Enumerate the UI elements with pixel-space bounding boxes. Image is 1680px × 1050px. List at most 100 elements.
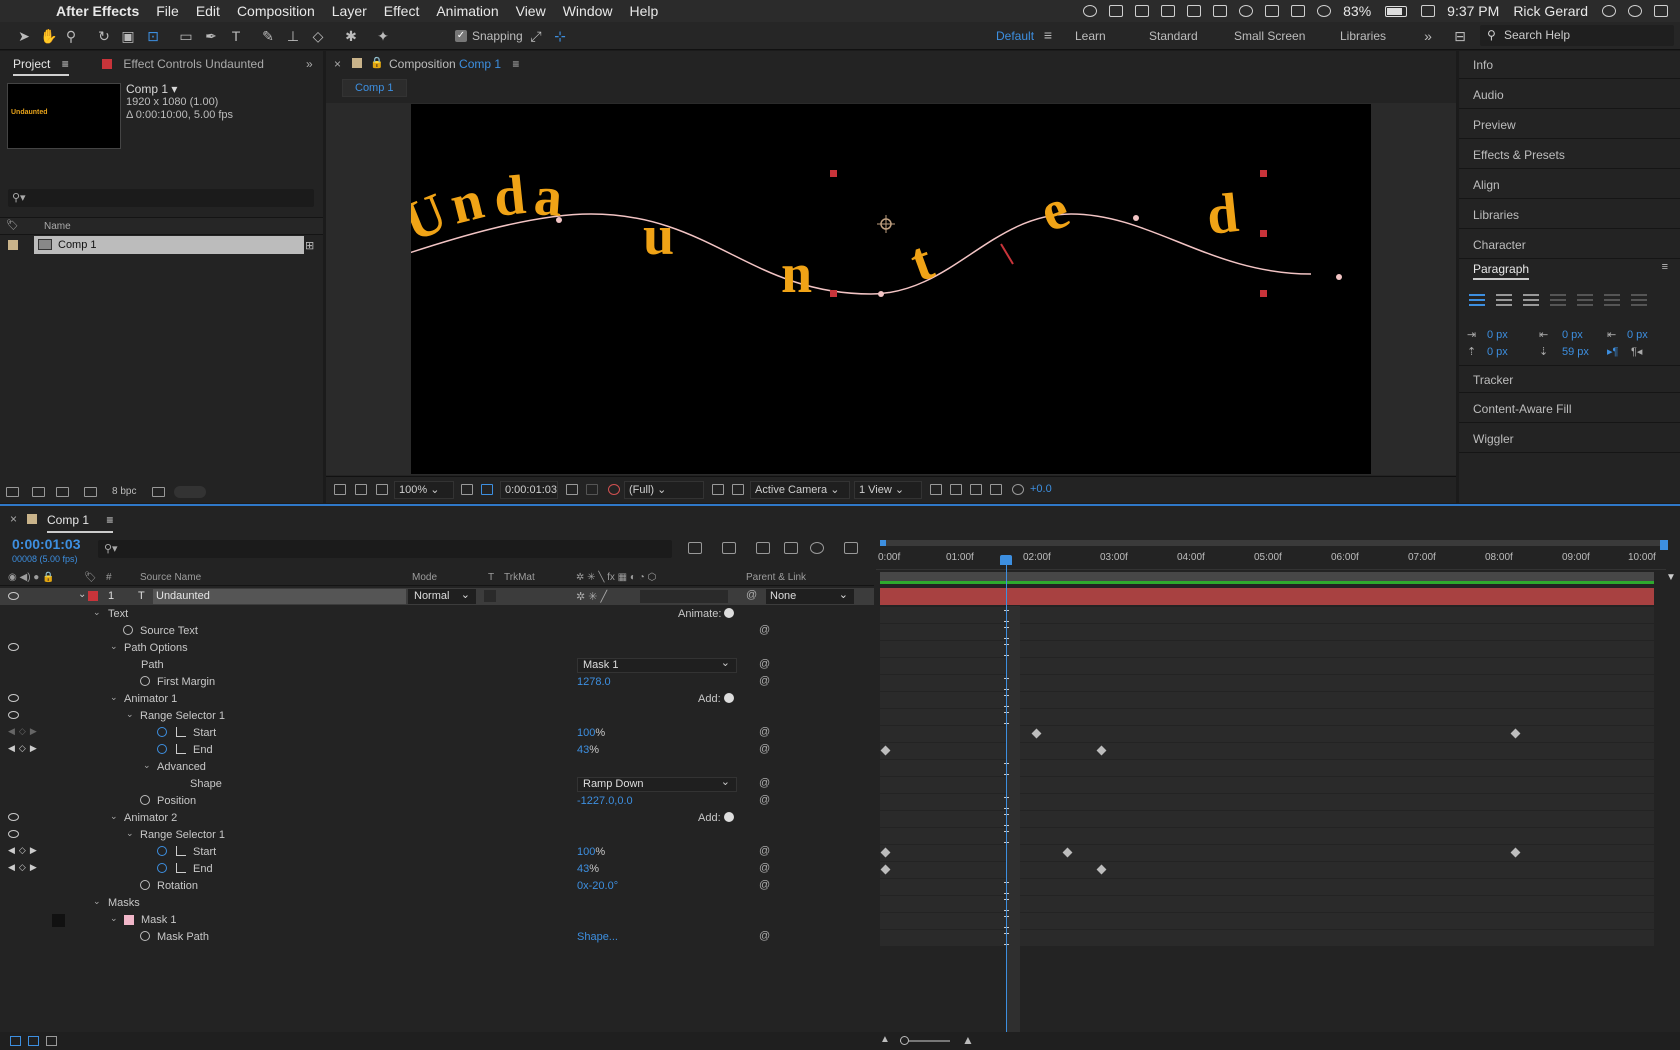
zoom-out-icon[interactable]: ▲ — [880, 1034, 890, 1045]
mask-vertex[interactable] — [1133, 215, 1139, 221]
snap-features-icon[interactable]: ⊹ — [552, 28, 568, 44]
panel-content-aware-fill[interactable]: Content-Aware Fill — [1459, 395, 1680, 423]
prop-text[interactable]: ⌄ Text Animate: — [0, 606, 874, 623]
tab-composition[interactable]: Composition Comp 1 ≡ — [389, 57, 519, 71]
playhead-line[interactable] — [1006, 564, 1007, 1038]
graph-icon[interactable] — [176, 727, 186, 737]
project-settings-icon[interactable] — [84, 487, 97, 497]
panel-preview[interactable]: Preview — [1459, 111, 1680, 139]
prop-source-text[interactable]: Source Text @ — [0, 623, 874, 640]
paragraph-title[interactable]: Paragraph — [1473, 262, 1530, 280]
snapping-toggle[interactable]: ✓ Snapping — [455, 29, 523, 43]
timeline-current-time[interactable]: 0:00:01:03 — [12, 536, 81, 552]
justify-last-left-icon[interactable] — [1550, 294, 1566, 306]
bbox-handle[interactable] — [1260, 230, 1267, 237]
expand-chevron-down-icon[interactable]: ⌄ — [110, 641, 118, 652]
comp-canvas[interactable]: U n d a u n t e d — [392, 104, 1371, 474]
prop-animator-2[interactable]: ⌄ Animator 2 Add: — [0, 810, 874, 827]
graph-editor-icon[interactable] — [844, 542, 858, 554]
checkmark-icon[interactable]: ✓ — [455, 30, 467, 42]
prop-mask-1[interactable]: ⌄ Mask 1 — [0, 912, 874, 929]
expression-pick-whip-icon[interactable]: @ — [759, 845, 770, 857]
expression-pick-whip-icon[interactable]: @ — [759, 726, 770, 738]
status-icon[interactable] — [1109, 5, 1124, 17]
column-trkmat[interactable]: TrkMat — [504, 572, 535, 583]
project-item-comp-1[interactable]: Comp 1 — [34, 236, 304, 254]
layer-name[interactable]: Undaunted — [153, 589, 406, 604]
indent-right-value[interactable]: 0 px — [1627, 329, 1648, 341]
prop-path[interactable]: Path Mask 1 @ — [0, 657, 874, 674]
panel-menu-icon[interactable]: ≡ — [512, 57, 519, 71]
graph-icon[interactable] — [176, 846, 186, 856]
indent-first-line-value[interactable]: 0 px — [1562, 329, 1583, 341]
panel-character[interactable]: Character — [1459, 231, 1680, 259]
item-label-swatch[interactable] — [8, 240, 18, 250]
column-t[interactable]: T — [488, 572, 494, 583]
menu-window[interactable]: Window — [563, 3, 613, 19]
workspace-libraries[interactable]: Libraries — [1340, 29, 1386, 43]
close-icon[interactable]: × — [334, 57, 341, 71]
panel-libraries[interactable]: Libraries — [1459, 201, 1680, 229]
reset-exposure-icon[interactable] — [1012, 484, 1024, 495]
expression-pick-whip-icon[interactable]: @ — [759, 879, 770, 891]
search-help-input[interactable]: ⚲ Search Help — [1480, 25, 1674, 46]
indent-left-value[interactable]: 0 px — [1487, 329, 1508, 341]
layer-switches-icon[interactable]: ✲ ✳ ╱ — [576, 590, 607, 603]
snapshot-camera-icon[interactable] — [566, 484, 578, 495]
menu-view[interactable]: View — [516, 3, 546, 19]
wifi-icon[interactable] — [1317, 5, 1332, 17]
keyframe-navigator[interactable]: ◀◇▶ — [8, 845, 41, 856]
panel-menu-icon[interactable]: ≡ — [106, 513, 113, 527]
text-letter[interactable]: u — [643, 205, 674, 267]
menu-file[interactable]: File — [156, 3, 179, 19]
layer-mode-dropdown[interactable]: Normal ⌄ — [408, 589, 476, 604]
column-mode[interactable]: Mode — [412, 572, 437, 583]
end-2-value[interactable]: 43% — [577, 863, 599, 875]
calendar-icon[interactable] — [1421, 5, 1436, 17]
shape-dropdown[interactable]: Ramp Down — [577, 776, 737, 792]
menu-animation[interactable]: Animation — [436, 3, 498, 19]
airplay-icon[interactable] — [1265, 5, 1280, 17]
time-machine-icon[interactable] — [1239, 5, 1254, 17]
layer-label-swatch[interactable] — [88, 591, 98, 601]
trash-icon[interactable] — [152, 487, 165, 497]
show-snapshot-icon[interactable] — [586, 484, 598, 495]
text-letter[interactable]: t — [902, 229, 941, 294]
tab-effect-controls[interactable]: Effect Controls Undaunted — [102, 57, 264, 71]
project-footer-slider[interactable] — [174, 486, 206, 498]
panel-menu-icon[interactable]: ≡ — [1662, 261, 1668, 273]
expression-pick-whip-icon[interactable]: @ — [759, 658, 770, 670]
keyframe-navigator[interactable]: ◀◇▶ — [8, 862, 41, 873]
menubar-clock[interactable]: 9:37 PM — [1447, 3, 1499, 19]
magnification-dropdown[interactable]: 100% ⌄ — [394, 481, 454, 499]
screen-icon[interactable] — [1187, 5, 1202, 17]
project-search-input[interactable]: ⚲▾ — [8, 189, 314, 207]
comp-marker-bin-icon[interactable]: ▼ — [1666, 572, 1676, 583]
zoom-in-icon[interactable]: ▲ — [962, 1033, 974, 1047]
selection-tool-icon[interactable]: ➤ — [16, 28, 32, 44]
timeline-zoom-slider[interactable] — [900, 1036, 950, 1045]
notification-center-icon[interactable] — [1654, 5, 1668, 17]
text-layer-undaunted[interactable]: U n d a u n t e d — [395, 164, 1242, 305]
parent-dropdown[interactable]: None ⌄ — [766, 589, 854, 604]
draft-3d-icon[interactable] — [722, 542, 736, 554]
expand-chevron-down-icon[interactable]: ⌄ — [126, 828, 134, 839]
label-column-icon[interactable]: 🏷 — [84, 572, 97, 583]
panel-audio[interactable]: Audio — [1459, 81, 1680, 109]
panel-info[interactable]: Info — [1459, 51, 1680, 79]
expand-chevron-down-icon[interactable]: ⌄ — [110, 913, 118, 924]
exposure-value[interactable]: +0.0 — [1030, 483, 1052, 495]
interpret-footage-icon[interactable] — [6, 487, 19, 497]
text-letter[interactable]: d — [491, 164, 528, 229]
bbox-handle[interactable] — [1260, 290, 1267, 297]
panel-effects-presets[interactable]: Effects & Presets — [1459, 141, 1680, 169]
path-dropdown[interactable]: Mask 1 — [577, 657, 737, 673]
prop-mask-path[interactable]: Mask Path Shape... @ — [0, 929, 874, 946]
new-composition-icon[interactable] — [56, 487, 69, 497]
expand-chevron-down-icon[interactable]: ⌄ — [110, 692, 118, 703]
transfer-controls-toggle-icon[interactable] — [28, 1036, 39, 1046]
animate-button[interactable]: Animate: — [678, 608, 735, 620]
mask-path-value[interactable]: Shape... — [577, 931, 618, 943]
stopwatch-icon[interactable] — [157, 846, 167, 856]
toggle-pixel-aspect-icon[interactable] — [930, 484, 942, 495]
